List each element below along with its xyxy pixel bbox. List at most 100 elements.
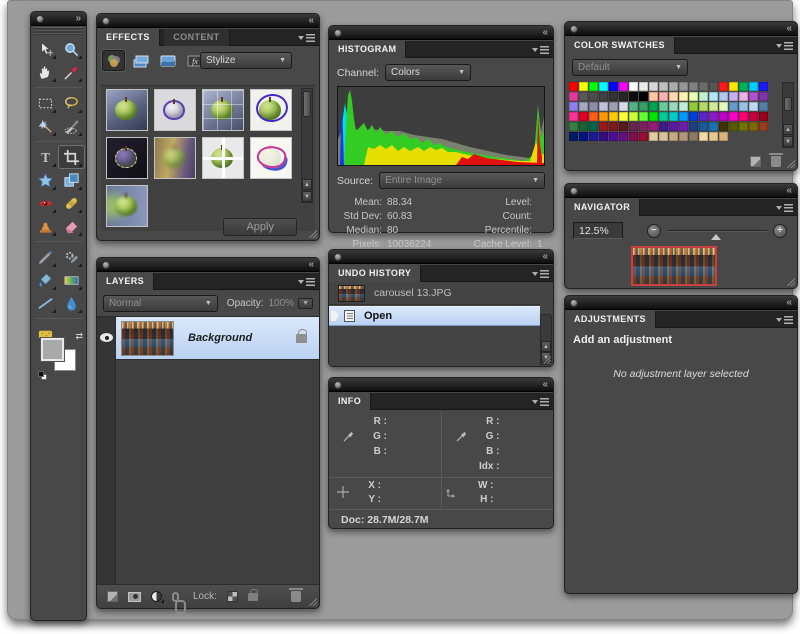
color-swatch[interactable] — [569, 112, 578, 121]
color-swatch[interactable] — [689, 112, 698, 121]
adjustments-titlebar[interactable]: « — [565, 296, 797, 310]
color-swatch[interactable] — [729, 102, 738, 111]
color-swatch[interactable] — [659, 92, 668, 101]
opacity-value[interactable]: 100% — [268, 298, 294, 309]
color-swatch[interactable] — [609, 112, 618, 121]
gradient-tool[interactable] — [59, 269, 84, 291]
apply-button[interactable]: Apply — [223, 218, 297, 236]
effects-category-dropdown[interactable]: Stylize ▼ — [200, 52, 292, 69]
color-swatch[interactable] — [589, 82, 598, 91]
color-swatch[interactable] — [639, 122, 648, 131]
color-swatch[interactable] — [649, 132, 658, 141]
navigator-preview[interactable] — [631, 246, 717, 286]
color-swatch[interactable] — [699, 102, 708, 111]
color-swatch[interactable] — [749, 92, 758, 101]
color-swatch[interactable] — [599, 112, 608, 121]
color-swatch[interactable] — [659, 102, 668, 111]
color-swatch[interactable] — [689, 132, 698, 141]
scrollbar-thumb[interactable] — [784, 97, 792, 111]
color-swatch[interactable] — [629, 112, 638, 121]
color-swatch[interactable] — [739, 112, 748, 121]
color-swatch[interactable] — [629, 102, 638, 111]
color-swatch[interactable] — [679, 112, 688, 121]
foreground-color-swatch[interactable] — [41, 338, 64, 361]
swatch-preset-dropdown[interactable]: Default ▼ — [572, 59, 688, 76]
apple-effect-1[interactable] — [106, 89, 148, 131]
color-swatch[interactable] — [629, 82, 638, 91]
color-swatch[interactable] — [579, 92, 588, 101]
adjustment-layer-icon[interactable] — [151, 591, 162, 602]
tab-histogram[interactable]: HISTOGRAM — [329, 41, 406, 58]
color-swatch[interactable] — [759, 122, 768, 131]
color-swatch[interactable] — [619, 82, 628, 91]
color-swatch[interactable] — [669, 92, 678, 101]
eyedropper-tool[interactable] — [59, 61, 84, 83]
selection-brush-tool[interactable] — [59, 115, 84, 137]
layer-name[interactable]: Background — [188, 332, 252, 344]
color-swatch[interactable] — [639, 112, 648, 121]
color-swatch[interactable] — [639, 82, 648, 91]
toolbox-titlebar[interactable]: » — [31, 12, 86, 26]
color-swatch[interactable] — [699, 82, 708, 91]
color-swatch[interactable] — [569, 92, 578, 101]
color-swatch[interactable] — [649, 122, 658, 131]
color-swatch[interactable] — [609, 82, 618, 91]
snapshot-row[interactable]: carousel 13.JPG — [329, 282, 540, 305]
color-swatch[interactable] — [589, 102, 598, 111]
color-swatch[interactable] — [589, 122, 598, 131]
color-swatch[interactable] — [729, 122, 738, 131]
apple-effect-2[interactable] — [154, 89, 196, 131]
collapse-icon[interactable]: « — [786, 184, 792, 197]
color-swatch[interactable] — [599, 102, 608, 111]
panel-menu-icon[interactable] — [776, 204, 793, 213]
panel-menu-icon[interactable] — [532, 270, 549, 279]
color-swatch[interactable] — [659, 82, 668, 91]
color-swatch[interactable] — [659, 132, 668, 141]
panel-menu-icon[interactable] — [532, 46, 549, 55]
color-swatch[interactable] — [699, 92, 708, 101]
zoom-tool[interactable] — [59, 38, 84, 60]
color-swatch[interactable] — [649, 112, 658, 121]
color-swatch[interactable] — [739, 122, 748, 131]
color-swatch[interactable] — [629, 92, 638, 101]
histogram-titlebar[interactable]: « — [329, 26, 553, 40]
scrollbar-thumb[interactable] — [303, 91, 311, 117]
color-swatch[interactable] — [569, 82, 578, 91]
close-icon[interactable] — [334, 381, 342, 389]
layer-thumbnail[interactable] — [121, 321, 174, 356]
color-swatch[interactable] — [689, 82, 698, 91]
delete-layer-icon[interactable] — [291, 591, 301, 602]
color-swatch[interactable] — [759, 102, 768, 111]
color-swatch[interactable] — [649, 92, 658, 101]
apple-effect-6[interactable] — [154, 137, 196, 179]
tab-layers[interactable]: LAYERS — [97, 273, 154, 290]
panel-menu-icon[interactable] — [298, 34, 315, 43]
color-swatch[interactable] — [739, 92, 748, 101]
scroll-up-icon[interactable]: ▲ — [302, 179, 312, 190]
blur-tool[interactable] — [59, 292, 84, 314]
link-layers-icon[interactable] — [172, 592, 179, 602]
clone-stamp-tool[interactable] — [33, 215, 58, 237]
delete-swatch-icon[interactable] — [771, 156, 781, 167]
lock-transparency-icon[interactable] — [227, 591, 238, 602]
lock-all-icon[interactable] — [248, 593, 258, 601]
color-swatch[interactable] — [619, 132, 628, 141]
new-swatch-icon[interactable] — [750, 156, 761, 167]
color-swatch[interactable] — [599, 132, 608, 141]
color-swatch[interactable] — [679, 122, 688, 131]
color-swatch[interactable] — [699, 122, 708, 131]
cookie-cutter-tool[interactable] — [33, 169, 58, 191]
zoom-slider-thumb[interactable] — [711, 234, 721, 240]
panel-menu-icon[interactable] — [298, 278, 315, 287]
layers-titlebar[interactable]: « — [97, 258, 319, 272]
color-swatch[interactable] — [629, 132, 638, 141]
snapshot-thumbnail[interactable] — [338, 285, 365, 302]
collapse-icon[interactable]: « — [786, 22, 792, 35]
hand-tool[interactable] — [33, 61, 58, 83]
smart-brush-tool[interactable] — [59, 246, 84, 268]
history-step-row[interactable]: Open — [329, 306, 540, 326]
collapse-icon[interactable]: « — [542, 26, 548, 39]
color-swatch[interactable] — [729, 112, 738, 121]
tab-color-swatches[interactable]: COLOR SWATCHES — [565, 37, 675, 54]
color-swatch[interactable] — [579, 82, 588, 91]
